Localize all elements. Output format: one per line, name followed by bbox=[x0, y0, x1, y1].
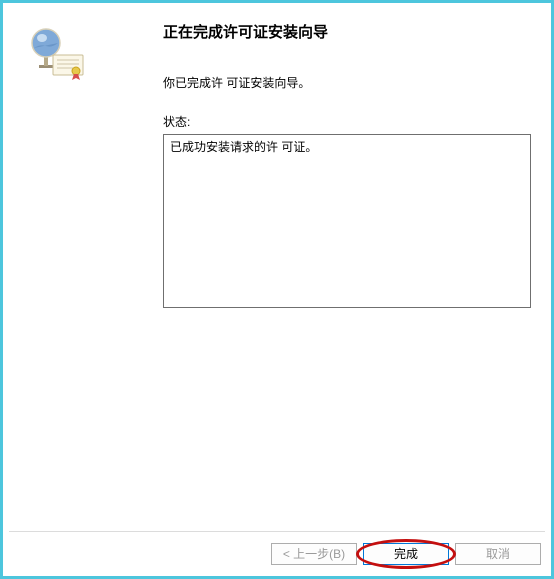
wizard-client: 正在完成许可证安装向导 你已完成许 可证安装向导。 状态: 已成功安装请求的许 … bbox=[3, 3, 551, 531]
wizard-window: 正在完成许可证安装向导 你已完成许 可证安装向导。 状态: 已成功安装请求的许 … bbox=[0, 0, 554, 579]
finish-button-highlight: 完成 bbox=[363, 543, 449, 565]
globe-certificate-icon bbox=[25, 72, 87, 86]
finish-button[interactable]: 完成 bbox=[363, 543, 449, 565]
back-button: < 上一步(B) bbox=[271, 543, 357, 565]
status-text: 已成功安装请求的许 可证。 bbox=[170, 140, 317, 154]
wizard-main-panel: 正在完成许可证安装向导 你已完成许 可证安装向导。 状态: 已成功安装请求的许 … bbox=[163, 3, 551, 531]
wizard-footer: < 上一步(B) 完成 取消 bbox=[3, 532, 551, 576]
wizard-title: 正在完成许可证安装向导 bbox=[163, 21, 531, 42]
wizard-side-panel bbox=[3, 3, 163, 531]
cancel-button: 取消 bbox=[455, 543, 541, 565]
wizard-message: 你已完成许 可证安装向导。 bbox=[163, 74, 531, 91]
status-box: 已成功安装请求的许 可证。 bbox=[163, 134, 531, 308]
status-label: 状态: bbox=[163, 113, 531, 130]
